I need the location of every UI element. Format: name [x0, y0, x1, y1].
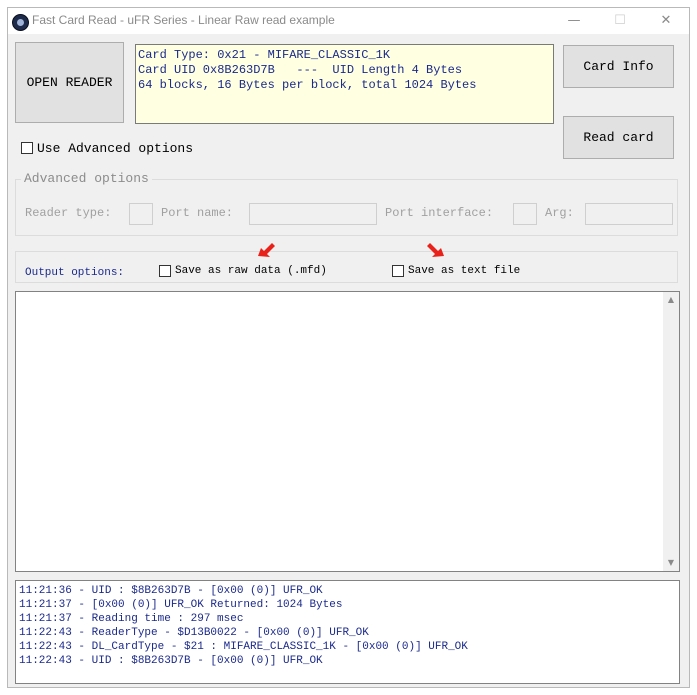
output-text-area[interactable]: ▲ ▼	[15, 291, 680, 572]
log-line: 11:21:37 - [0x00 (0)] UFR_OK Returned: 1…	[19, 599, 343, 611]
use-advanced-checkbox[interactable]	[21, 142, 33, 154]
port-interface-input[interactable]	[513, 203, 537, 225]
save-text-label: Save as text file	[408, 265, 521, 277]
log-line: 11:22:43 - DL_CardType - $21 : MIFARE_CL…	[19, 641, 468, 653]
save-raw-label: Save as raw data (.mfd)	[175, 265, 327, 277]
log-line: 11:21:37 - Reading time : 297 msec	[19, 613, 244, 625]
save-text-checkbox[interactable]	[392, 265, 404, 277]
card-info-line: 64 blocks, 16 Bytes per block, total 102…	[138, 78, 477, 92]
annotation-arrow-icon	[258, 243, 275, 257]
card-info-line: Card Type: 0x21 - MIFARE_CLASSIC_1K	[138, 48, 391, 62]
save-raw-checkbox[interactable]	[159, 265, 171, 277]
use-advanced-label: Use Advanced options	[37, 141, 194, 156]
port-name-label: Port name:	[161, 206, 234, 220]
log-line: 11:22:43 - UID : $8B263D7B - [0x00 (0)] …	[19, 655, 323, 667]
scroll-down-icon[interactable]: ▼	[663, 555, 679, 571]
minimize-button[interactable]: —	[551, 8, 597, 34]
status-log[interactable]: 11:21:36 - UID : $8B263D7B - [0x00 (0)] …	[15, 580, 680, 684]
scroll-up-icon[interactable]: ▲	[663, 292, 679, 308]
advanced-options-title: Advanced options	[21, 171, 152, 186]
reader-type-label: Reader type:	[25, 206, 112, 220]
read-card-button[interactable]: Read card	[563, 116, 674, 159]
log-line: 11:22:43 - ReaderType - $D13B0022 - [0x0…	[19, 627, 369, 639]
title-bar[interactable]: Fast Card Read - uFR Series - Linear Raw…	[8, 8, 689, 34]
card-info-panel: Card Type: 0x21 - MIFARE_CLASSIC_1K Card…	[135, 44, 554, 124]
output-options-label: Output options:	[25, 267, 125, 279]
open-reader-button[interactable]: OPEN READER	[15, 42, 124, 123]
port-interface-label: Port interface:	[385, 206, 494, 220]
log-line: 11:21:36 - UID : $8B263D7B - [0x00 (0)] …	[19, 585, 323, 597]
port-name-input[interactable]	[249, 203, 377, 225]
vertical-scrollbar[interactable]: ▲ ▼	[663, 292, 679, 571]
arg-label: Arg:	[545, 206, 574, 220]
card-info-button[interactable]: Card Info	[563, 45, 674, 88]
app-window: Fast Card Read - uFR Series - Linear Raw…	[7, 7, 690, 688]
card-info-line: Card UID 0x8B263D7B --- UID Length 4 Byt…	[138, 63, 463, 77]
window-title: Fast Card Read - uFR Series - Linear Raw…	[32, 13, 335, 27]
arg-input[interactable]	[585, 203, 673, 225]
maximize-button[interactable]: ☐	[597, 8, 643, 34]
reader-type-input[interactable]	[129, 203, 153, 225]
app-logo-icon	[12, 14, 29, 31]
annotation-arrow-icon	[427, 243, 444, 257]
close-button[interactable]: ✕	[643, 8, 689, 34]
